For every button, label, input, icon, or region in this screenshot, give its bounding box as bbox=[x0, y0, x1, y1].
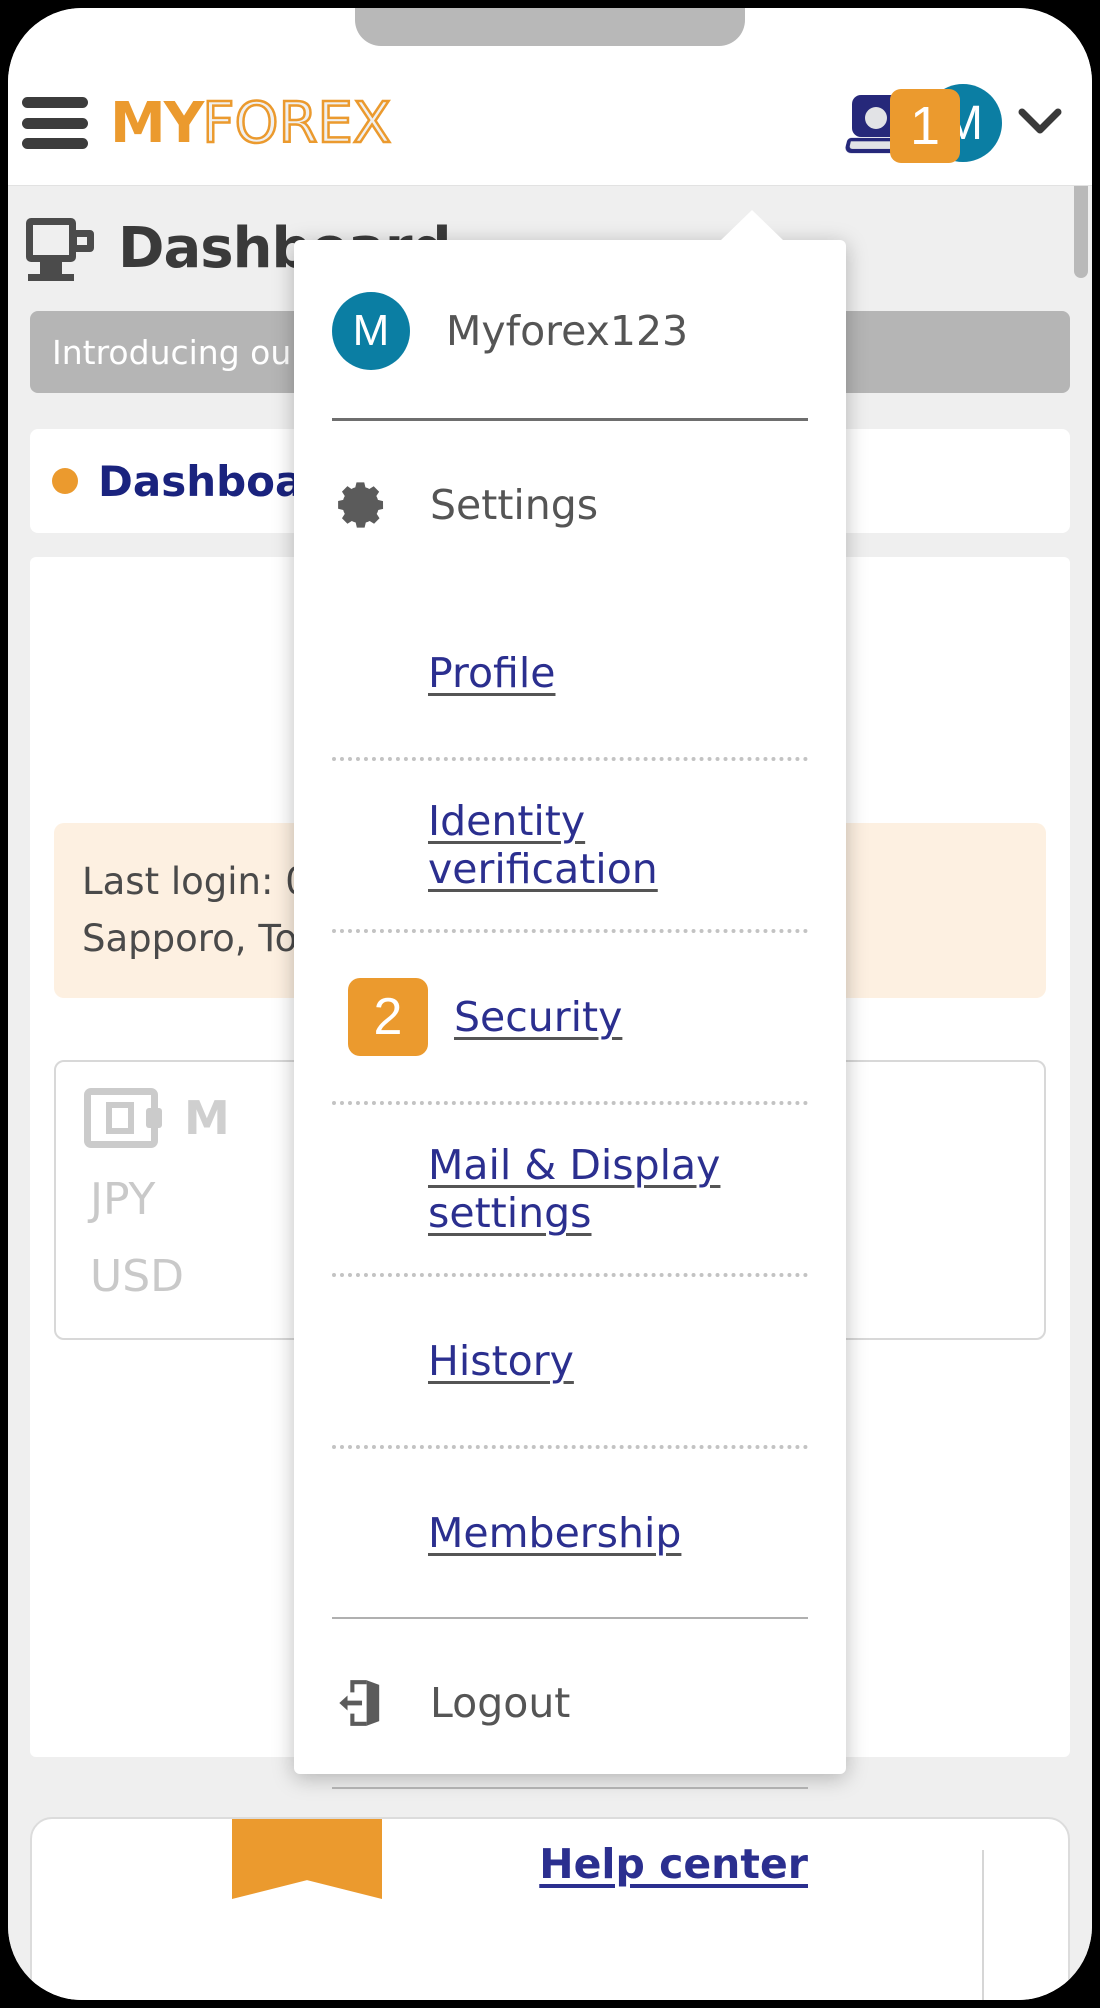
membership-link[interactable]: Membership bbox=[428, 1509, 681, 1557]
monitor-dashboard-icon bbox=[26, 217, 94, 281]
chevron-down-icon[interactable] bbox=[1018, 107, 1062, 139]
security-badge: 2 bbox=[348, 978, 428, 1056]
menu-item-membership[interactable]: Membership bbox=[332, 1449, 808, 1617]
mail-display-settings-link[interactable]: Mail & Display settings bbox=[428, 1141, 808, 1237]
phone-frame: Dashboard Introducing our Dashboard We L… bbox=[0, 0, 1100, 2008]
menu-item-history[interactable]: History bbox=[332, 1277, 808, 1445]
wallet-yen-icon bbox=[84, 1087, 162, 1148]
hamburger-menu-icon[interactable] bbox=[22, 97, 88, 149]
menu-item-security[interactable]: 2 Security bbox=[332, 933, 808, 1101]
logo-text-my: MY bbox=[110, 90, 204, 156]
help-center-link[interactable]: Help center bbox=[539, 1840, 808, 1888]
settings-label: Settings bbox=[430, 481, 599, 529]
account-dropdown-menu: M Myforex123 Settings Profile Identity v… bbox=[294, 210, 846, 1888]
bullet-icon bbox=[52, 468, 78, 494]
myforex-logo[interactable]: MY FOREX bbox=[110, 89, 392, 157]
announcement-text: Introducing our bbox=[52, 332, 305, 372]
phone-notch bbox=[355, 8, 745, 46]
dropdown-user-row: M Myforex123 bbox=[332, 240, 808, 418]
logout-door-icon bbox=[332, 1674, 394, 1732]
divider-vertical bbox=[982, 1850, 984, 2000]
gear-icon bbox=[332, 476, 394, 534]
phone-screen: Dashboard Introducing our Dashboard We L… bbox=[8, 8, 1092, 2000]
notification-badge[interactable]: 1 bbox=[890, 89, 960, 163]
menu-item-logout[interactable]: Logout bbox=[332, 1619, 808, 1787]
security-link[interactable]: Security bbox=[454, 993, 622, 1041]
logout-label: Logout bbox=[430, 1679, 571, 1727]
menu-item-profile[interactable]: Profile bbox=[332, 589, 808, 757]
help-center-row: Help center bbox=[332, 1789, 808, 1939]
avatar: M bbox=[332, 292, 410, 370]
logo-text-forex: FOREX bbox=[201, 89, 392, 157]
username-label: Myforex123 bbox=[446, 307, 689, 355]
history-link[interactable]: History bbox=[428, 1337, 574, 1385]
dropdown-arrow bbox=[720, 210, 784, 241]
menu-item-mail-display-settings[interactable]: Mail & Display settings bbox=[332, 1105, 808, 1273]
identity-verification-link[interactable]: Identity verification bbox=[428, 797, 808, 893]
wallet-name: M bbox=[184, 1090, 230, 1145]
header-actions: 1 M bbox=[843, 61, 1062, 185]
profile-link[interactable]: Profile bbox=[428, 649, 555, 697]
menu-item-settings[interactable]: Settings bbox=[332, 421, 808, 589]
menu-item-identity-verification[interactable]: Identity verification bbox=[332, 761, 808, 929]
